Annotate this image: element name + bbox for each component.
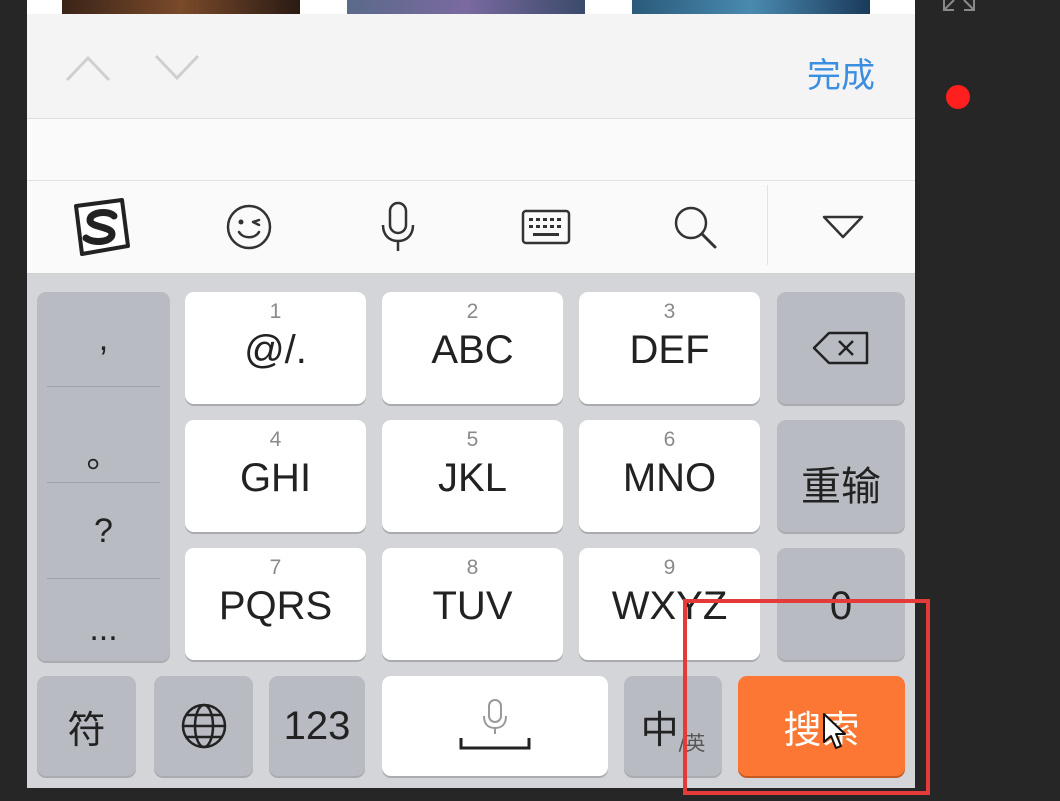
key-number: 2 (466, 300, 479, 323)
key-number: 4 (269, 428, 282, 451)
key-label: @/. (244, 328, 307, 372)
punctuation-column[interactable]: , 。 ? ... (37, 292, 170, 661)
globe-key[interactable] (154, 676, 253, 776)
key-number: 8 (466, 556, 479, 579)
punct-ellipsis-key[interactable]: ... (37, 610, 170, 649)
symbols-key[interactable]: 符 (37, 676, 136, 776)
thumbnail-image[interactable] (62, 0, 300, 14)
numbers-key[interactable]: 123 (269, 676, 365, 776)
key-2[interactable]: 2 ABC (382, 292, 563, 404)
input-preview-area (27, 119, 915, 181)
microphone-icon[interactable] (366, 195, 430, 259)
expand-icon[interactable] (942, 0, 976, 14)
key-label: TUV (432, 584, 513, 628)
key-6[interactable]: 6 MNO (579, 420, 760, 532)
done-button[interactable]: 完成 (807, 48, 875, 97)
emoji-icon[interactable] (217, 195, 281, 259)
key-label: GHI (239, 456, 312, 500)
reenter-key[interactable]: 重输 (777, 420, 905, 532)
key-label: 中 (640, 707, 679, 752)
sogou-logo-icon[interactable] (69, 195, 133, 259)
punct-comma-key[interactable]: , (37, 320, 170, 359)
keyboard-icon[interactable] (514, 195, 578, 259)
backspace-icon (812, 331, 869, 365)
recording-indicator (946, 85, 970, 109)
punct-question-key[interactable]: ? (37, 512, 170, 551)
chevron-up-icon[interactable] (64, 50, 112, 84)
key-number: 7 (269, 556, 282, 579)
key-number: 6 (663, 428, 676, 451)
highlight-box (683, 599, 930, 795)
key-number: 1 (269, 300, 282, 323)
divider (47, 386, 160, 387)
punct-period-key[interactable]: 。 (37, 428, 170, 477)
globe-icon (181, 703, 226, 749)
key-label: DEF (629, 328, 710, 372)
backspace-key[interactable] (777, 292, 905, 404)
key-label: PQRS (218, 584, 333, 628)
key-label: 符 (67, 707, 106, 752)
collapse-keyboard-icon[interactable] (811, 195, 875, 259)
key-label: 重输 (801, 464, 881, 510)
key-number: 3 (663, 300, 676, 323)
key-7[interactable]: 7 PQRS (185, 548, 366, 660)
ime-toolbar (27, 181, 915, 274)
thumbnail-image[interactable] (347, 0, 585, 14)
key-number: 9 (663, 556, 676, 579)
chevron-down-icon[interactable] (153, 50, 201, 84)
key-8[interactable]: 8 TUV (382, 548, 563, 660)
thumbnail-image[interactable] (632, 0, 870, 14)
key-label: 123 (283, 704, 351, 748)
microphone-icon (459, 699, 531, 750)
divider (47, 578, 160, 579)
key-number: 5 (466, 428, 479, 451)
divider (47, 482, 160, 483)
thumbnail-strip (27, 0, 915, 14)
search-icon[interactable] (663, 195, 727, 259)
input-accessory-toolbar: 完成 (27, 14, 915, 119)
key-5[interactable]: 5 JKL (382, 420, 563, 532)
key-label: JKL (438, 456, 507, 500)
key-4[interactable]: 4 GHI (185, 420, 366, 532)
key-1[interactable]: 1 @/. (185, 292, 366, 404)
key-label: ABC (431, 328, 514, 372)
key-3[interactable]: 3 DEF (579, 292, 760, 404)
key-label: MNO (622, 456, 717, 500)
toolbar-divider (767, 185, 768, 265)
space-key[interactable] (382, 676, 608, 776)
